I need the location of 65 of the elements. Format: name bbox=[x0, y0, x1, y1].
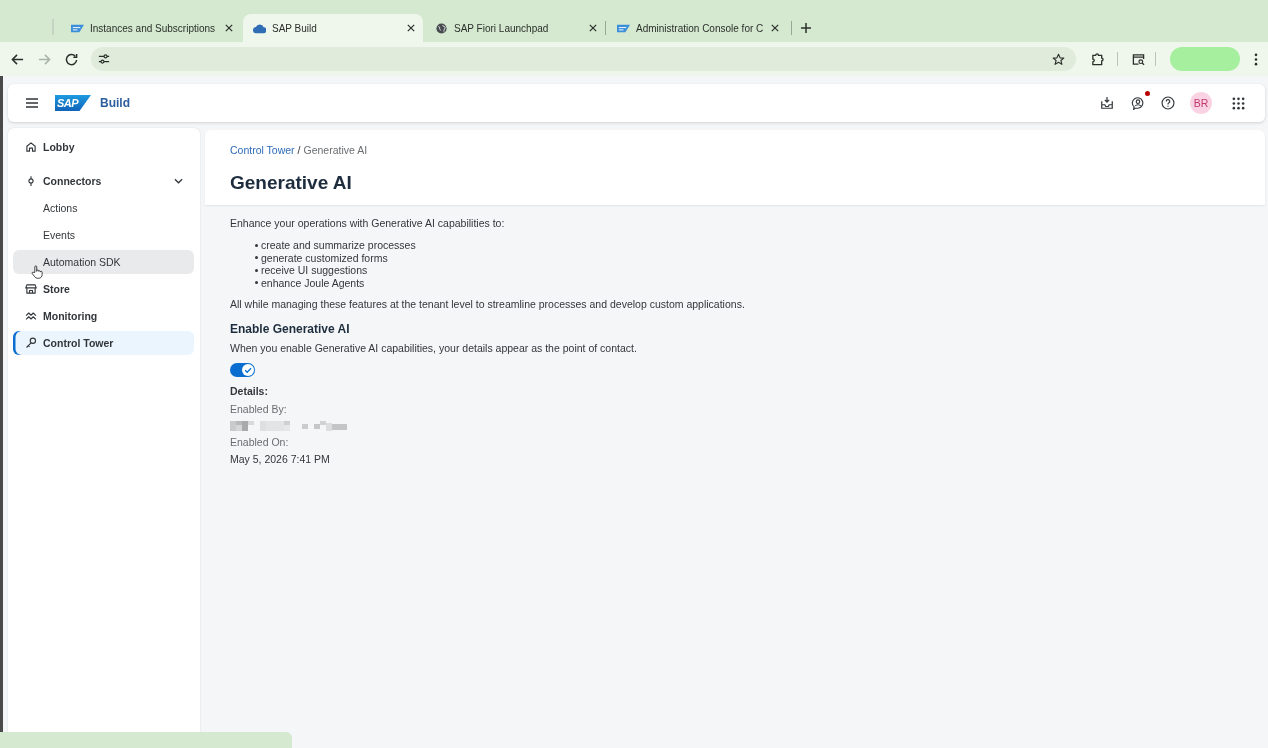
section-title: Enable Generative AI bbox=[230, 321, 350, 337]
capability-list-item: create and summarize processes bbox=[261, 239, 416, 252]
tab-search-icon[interactable] bbox=[1132, 52, 1145, 66]
home-icon bbox=[25, 141, 37, 153]
browser-tab[interactable]: SAP Build bbox=[243, 14, 423, 42]
star-icon[interactable] bbox=[1052, 52, 1065, 66]
bullet-icon bbox=[255, 243, 258, 247]
summary-text: All while managing these features at the tenant level to streamline processes and develop custom applications. bbox=[230, 297, 745, 311]
puzzle-piece-icon[interactable] bbox=[1091, 52, 1104, 66]
close-icon[interactable] bbox=[589, 24, 597, 32]
sidebar-item[interactable]: Store bbox=[13, 277, 194, 301]
section-description: When you enable Generative AI capabilities, your details appear as the point of contact. bbox=[230, 341, 637, 355]
tune-icon[interactable] bbox=[98, 53, 110, 65]
bullet-icon bbox=[255, 268, 258, 272]
toggle-switch[interactable] bbox=[230, 363, 255, 377]
field-label: Enabled By: bbox=[230, 402, 287, 416]
key-icon bbox=[25, 337, 37, 349]
plus-icon[interactable] bbox=[801, 23, 811, 33]
inbox-tray-icon[interactable] bbox=[1100, 96, 1114, 110]
checkmark-icon bbox=[242, 364, 254, 376]
logo[interactable]: SAP bbox=[55, 95, 91, 111]
breadcrumb-separator: / bbox=[297, 143, 301, 157]
hand-pointer-icon bbox=[31, 265, 43, 279]
sidebar-item[interactable]: Connectors bbox=[13, 169, 194, 193]
bullet-icon bbox=[255, 281, 258, 285]
arrow-left-icon[interactable] bbox=[11, 52, 24, 66]
page-title: Generative AI bbox=[230, 172, 352, 194]
chevron-down-icon[interactable] bbox=[174, 178, 183, 184]
sidebar-item[interactable]: Automation SDK bbox=[13, 250, 194, 274]
browser-tab[interactable]: Administration Console for C bbox=[607, 14, 787, 42]
breadcrumb-current: Generative AI bbox=[303, 143, 368, 157]
sidebar-item[interactable]: Monitoring bbox=[13, 304, 194, 328]
storefront-icon bbox=[25, 283, 37, 295]
sidebar-item[interactable]: Lobby bbox=[13, 135, 194, 159]
details-heading: Details: bbox=[230, 384, 268, 398]
logo-favicon-icon bbox=[617, 22, 630, 34]
more-vertical-icon[interactable] bbox=[1254, 52, 1258, 66]
product-name: Build bbox=[100, 96, 130, 110]
zigzag-lines-icon bbox=[25, 310, 37, 322]
field-value: May 5, 2026 7:41 PM bbox=[230, 452, 330, 466]
help-icon[interactable] bbox=[1161, 96, 1175, 110]
chat-person-icon[interactable] bbox=[1131, 96, 1145, 110]
field-label: Enabled On: bbox=[230, 435, 289, 449]
globe-icon bbox=[435, 22, 448, 34]
reload-icon[interactable] bbox=[65, 52, 78, 66]
intro-text: Enhance your operations with Generative AI capabilities to: bbox=[230, 216, 505, 230]
sidebar-item[interactable]: Control Tower bbox=[13, 331, 194, 355]
breadcrumb-link[interactable]: Control Tower bbox=[230, 143, 295, 157]
capability-list-item: generate customized forms bbox=[261, 251, 388, 264]
cloud-icon bbox=[253, 22, 266, 34]
sidebar-item[interactable]: Actions bbox=[13, 196, 194, 220]
capability-list-item: receive UI suggestions bbox=[261, 264, 368, 277]
close-icon[interactable] bbox=[407, 24, 415, 32]
sidebar-item[interactable]: Events bbox=[13, 223, 194, 247]
node-line-icon bbox=[25, 175, 37, 187]
browser-tab[interactable]: SAP Fiori Launchpad bbox=[425, 14, 605, 42]
logo-favicon-icon bbox=[71, 22, 84, 34]
capability-list-item: enhance Joule Agents bbox=[261, 276, 365, 289]
bullet-icon bbox=[255, 256, 258, 260]
close-icon[interactable] bbox=[771, 24, 779, 32]
user-avatar[interactable]: BR bbox=[1190, 92, 1212, 114]
browser-tab[interactable]: Instances and Subscriptions bbox=[61, 14, 241, 42]
menu-icon[interactable] bbox=[26, 98, 38, 108]
grid-menu-icon[interactable] bbox=[1232, 96, 1245, 110]
close-icon[interactable] bbox=[225, 24, 233, 32]
